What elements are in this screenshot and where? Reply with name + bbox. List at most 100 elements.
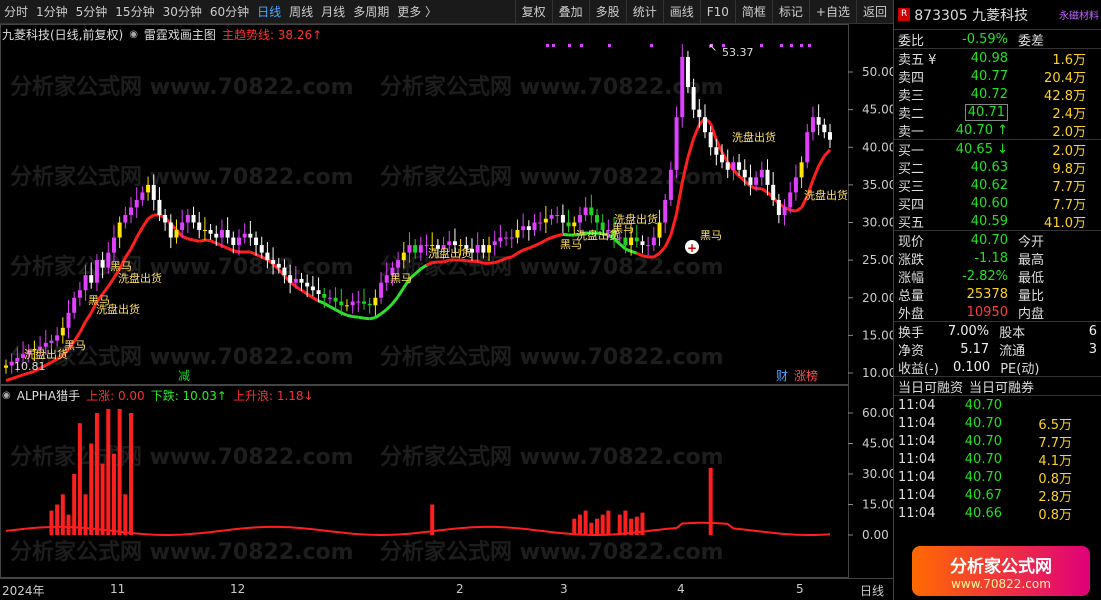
trend-line-segment (22, 371, 30, 377)
signal-dot (800, 44, 803, 47)
toolbar-action-0[interactable]: 复权 (514, 0, 552, 24)
candle-body (487, 245, 492, 253)
candle-body (595, 214, 600, 223)
stat-row-1[interactable]: 涨跌 -1.18 最高 (894, 249, 1101, 268)
candle-body (180, 222, 185, 231)
stat-row-2[interactable]: 涨幅 -2.82% 最低 (894, 267, 1101, 286)
sub-y-axis-label: 30.00 (862, 467, 893, 481)
candle-body (452, 241, 457, 246)
ask-row-1[interactable]: 卖四 40.77 20.4万 (894, 67, 1101, 86)
ask-row-2[interactable]: 卖三 40.72 42.8万 (894, 85, 1101, 104)
toolbar-period-9[interactable]: 多周期 (349, 0, 393, 24)
candle-body (72, 297, 77, 313)
candle-body (379, 282, 384, 298)
candle-body (55, 335, 60, 341)
ask-row-4[interactable]: 卖一 40.70 ↑ 2.0万 (894, 121, 1101, 140)
alpha-bar (572, 518, 577, 535)
signal-annotation: 黑马 (612, 222, 634, 235)
candle-body (430, 245, 435, 247)
time-axis: 2024年 11 12 2 3 4 5 日线 (0, 578, 893, 600)
candle-body (509, 237, 514, 239)
watermark: 分析家公式网 www.70822.com (10, 444, 354, 470)
toolbar-action-5[interactable]: F10 (699, 0, 735, 24)
bid-row-1[interactable]: 买二 40.63 9.8万 (894, 158, 1101, 177)
trend-line-segment (323, 302, 331, 308)
stat2-row-1[interactable]: 净资 5.17 流通 3 (894, 340, 1101, 359)
stat-row-3[interactable]: 总量 25378 量比 (894, 285, 1101, 304)
candle-body (299, 278, 304, 283)
trend-line-segment (494, 259, 501, 265)
tick-row: 11:04 40.70 7.7万 (898, 433, 1072, 451)
candle-body (236, 237, 241, 246)
toolbar-period-7[interactable]: 周线 (285, 0, 317, 24)
toolbar-action-9[interactable]: 返回 (855, 0, 893, 24)
candle-body (140, 192, 145, 200)
candle-body (498, 237, 503, 242)
trend-line-segment (329, 305, 337, 311)
toolbar-period-2[interactable]: 5分钟 (72, 0, 112, 24)
candle-body (310, 286, 315, 291)
candle-body (521, 226, 526, 231)
y-axis-label: 15.00 (862, 328, 893, 342)
trend-line-segment (539, 238, 547, 245)
stat-row-0[interactable]: 现价 40.70 今开 (894, 231, 1101, 250)
toolbar-period-3[interactable]: 15分钟 (111, 0, 158, 24)
candle-body (504, 237, 509, 239)
x-axis-label: 11 (110, 582, 126, 596)
y-axis-label: 35.00 (862, 178, 893, 192)
candle-body (407, 245, 412, 253)
sub-y-axis-label: 15.00 (862, 498, 893, 512)
alpha-bar (589, 522, 594, 535)
candle-body (822, 124, 827, 133)
toolbar-period-8[interactable]: 月线 (317, 0, 349, 24)
candle-body (384, 275, 389, 283)
candle-body (66, 312, 71, 328)
toolbar-period-6[interactable]: 日线 (253, 0, 285, 24)
toolbar-period-1[interactable]: 1分钟 (32, 0, 72, 24)
trend-line-segment (624, 247, 632, 253)
price-chart[interactable]: 分析家公式网 www.70822.com 分析家公式网 www.70822.com… (0, 24, 893, 578)
candle-body (413, 245, 418, 253)
candle-body (77, 290, 82, 298)
toolbar-period-4[interactable]: 30分钟 (159, 0, 206, 24)
toolbar-action-4[interactable]: 画线 (662, 0, 700, 24)
toolbar-action-6[interactable]: 简框 (734, 0, 772, 24)
trend-line-segment (340, 311, 348, 317)
alpha-bar (106, 408, 111, 535)
trend-line-segment (528, 244, 536, 250)
candle-body (248, 233, 253, 238)
bid-row-3[interactable]: 买四 40.60 7.7万 (894, 194, 1101, 213)
toolbar-action-8[interactable]: +自选 (808, 0, 856, 24)
toolbar-period-0[interactable]: 分时 (0, 0, 32, 24)
alpha-bar (77, 423, 82, 535)
alpha-bar (49, 510, 54, 535)
candle-body (100, 260, 105, 268)
bid-row-2[interactable]: 买三 40.62 7.7万 (894, 176, 1101, 195)
toolbar-action-3[interactable]: 统计 (625, 0, 663, 24)
sector-tag[interactable]: 永磁材料 (1059, 7, 1101, 22)
trend-line-segment (663, 234, 673, 248)
toolbar-action-2[interactable]: 多股 (588, 0, 626, 24)
trend-line-segment (443, 258, 450, 264)
ask-row-0[interactable]: 卖五 ¥40.98 1.6万 (894, 49, 1101, 68)
x-axis-label: 12 (230, 582, 246, 596)
bid-row-0[interactable]: 买一 40.65 ↓ 2.0万 (894, 140, 1101, 159)
ask-row-3[interactable]: 卖二 40.71 2.4万 (894, 103, 1101, 122)
y-axis-label: 40.00 (862, 140, 893, 154)
trend-line-segment (227, 246, 234, 253)
toolbar-period-10[interactable]: 更多 〉 (393, 0, 441, 24)
candle-body (714, 147, 719, 155)
candle-body (259, 245, 264, 253)
toolbar-period-5[interactable]: 60分钟 (206, 0, 253, 24)
stat-row-4[interactable]: 外盘 10950 内盘 (894, 303, 1101, 322)
stat2-row-2[interactable]: 收益(-) 0.100 PE(动) (894, 358, 1101, 377)
candle-body (424, 245, 429, 247)
signal-dot (608, 44, 611, 47)
trend-line-segment (358, 315, 365, 320)
toolbar-action-7[interactable]: 标记 (771, 0, 809, 24)
candle-body (214, 233, 219, 238)
period-label[interactable]: 日线 (860, 582, 884, 599)
stat2-row-0[interactable]: 换手 7.00% 股本 6 (894, 322, 1101, 341)
toolbar-action-1[interactable]: 叠加 (551, 0, 589, 24)
bid-row-4[interactable]: 买五 40.59 41.0万 (894, 212, 1101, 231)
